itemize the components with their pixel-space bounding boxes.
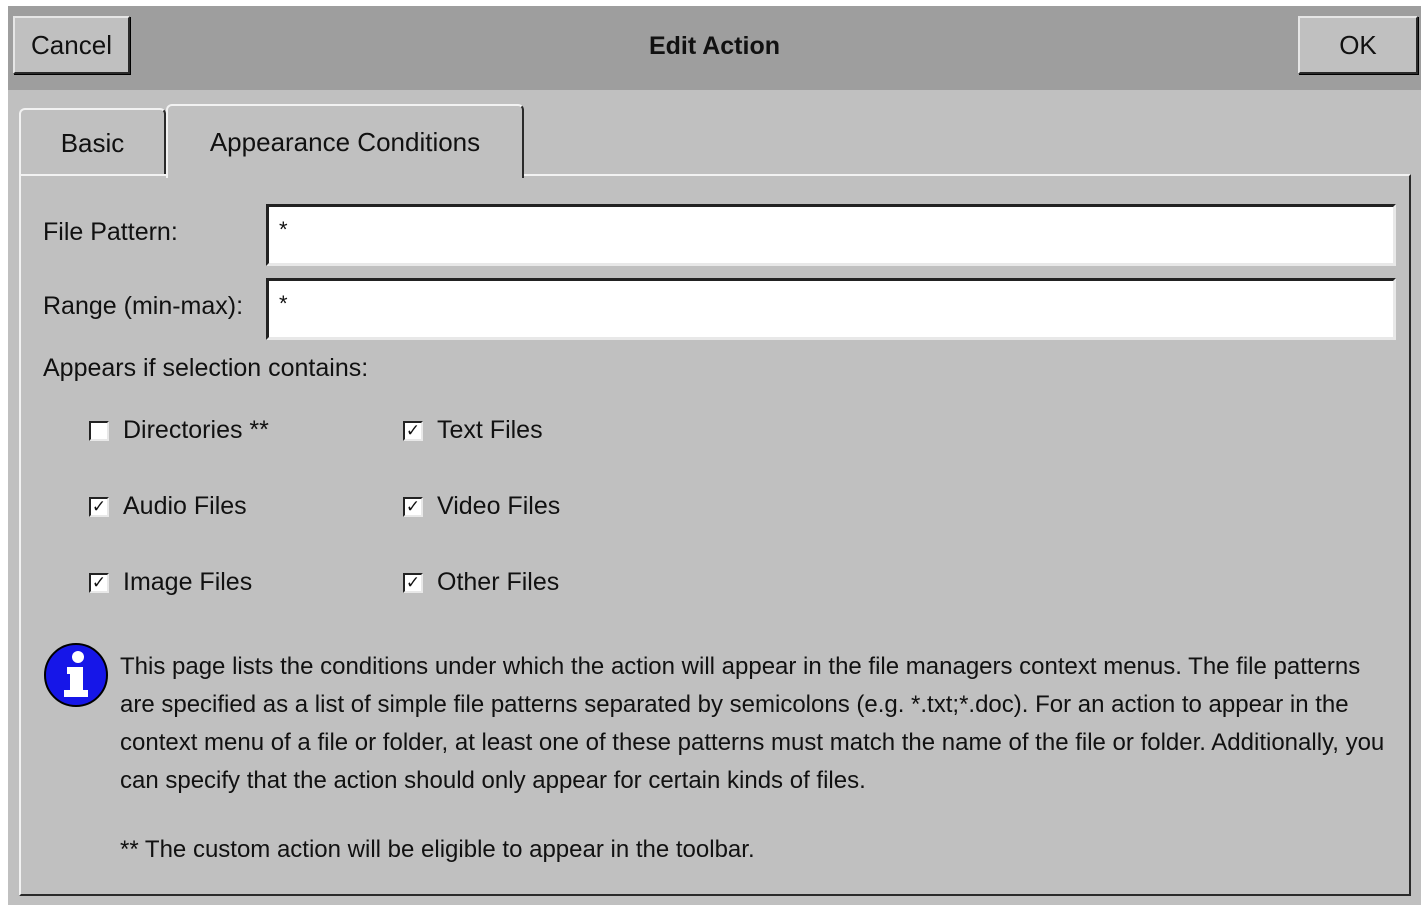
tab-basic[interactable]: Basic: [19, 108, 166, 176]
selection-heading: Appears if selection contains:: [43, 354, 369, 382]
checkbox-other-files[interactable]: ✓ Other Files: [403, 568, 559, 597]
checkbox-box[interactable]: ✓: [403, 420, 423, 441]
checkbox-box[interactable]: ✓: [89, 572, 109, 593]
checkbox-box[interactable]: ✓: [403, 496, 423, 517]
appearance-conditions-panel: File Pattern: * Range (min-max): * Appea…: [19, 174, 1411, 896]
range-label: Range (min-max):: [43, 292, 244, 320]
file-pattern-label: File Pattern:: [43, 218, 178, 246]
file-pattern-input[interactable]: *: [266, 204, 1396, 266]
checkbox-label: Directories **: [123, 416, 269, 444]
checkbox-label: Video Files: [437, 492, 561, 520]
checkbox-box[interactable]: [89, 420, 109, 441]
edit-action-dialog: Cancel Edit Action OK Basic Appearance C…: [8, 6, 1421, 905]
range-input[interactable]: *: [266, 278, 1396, 340]
ok-button[interactable]: OK: [1298, 16, 1418, 74]
checkbox-text-files[interactable]: ✓ Text Files: [403, 416, 543, 445]
checkbox-video-files[interactable]: ✓ Video Files: [403, 492, 560, 521]
checkbox-audio-files[interactable]: ✓ Audio Files: [89, 492, 247, 521]
tab-appearance-conditions[interactable]: Appearance Conditions: [166, 104, 524, 178]
title-bar: Cancel Edit Action OK: [8, 6, 1421, 90]
checkbox-box[interactable]: ✓: [403, 572, 423, 593]
dialog-title: Edit Action: [648, 32, 780, 60]
checkbox-label: Image Files: [123, 568, 253, 596]
checkbox-label: Text Files: [437, 416, 543, 444]
checkbox-image-files[interactable]: ✓ Image Files: [89, 568, 252, 597]
checkbox-box[interactable]: ✓: [89, 496, 109, 517]
info-icon: [44, 643, 108, 707]
info-description: This page lists the conditions under whi…: [120, 653, 1385, 794]
checkbox-label: Other Files: [437, 568, 560, 596]
checkbox-directories[interactable]: Directories **: [89, 416, 269, 445]
toolbar-footnote: ** The custom action will be eligible to…: [120, 836, 755, 863]
checkbox-label: Audio Files: [123, 492, 247, 520]
